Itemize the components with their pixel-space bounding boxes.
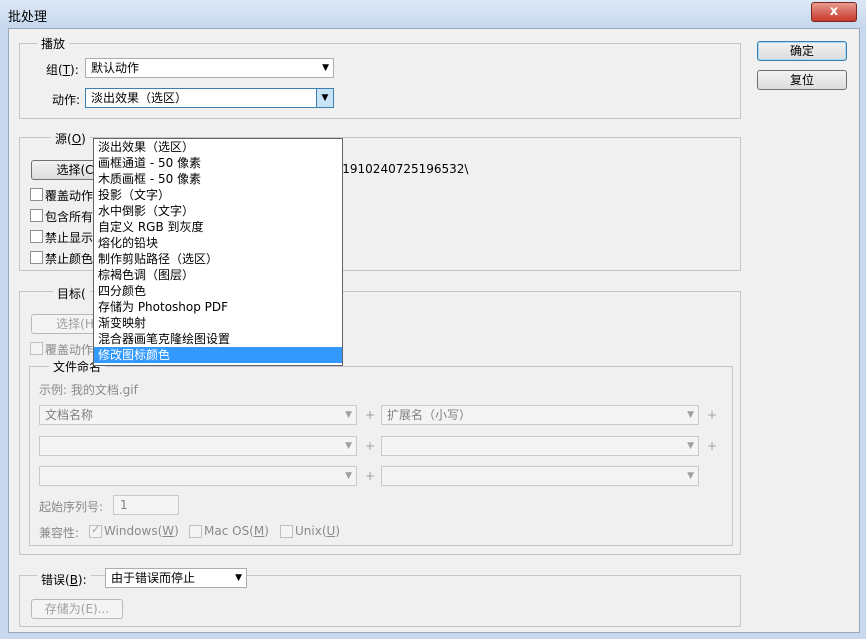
dropdown-item[interactable]: 画框通道 - 50 像素 [94,155,342,171]
windows-label: Windows(W) [104,524,179,538]
plus-icon: + [365,408,376,422]
chevron-down-icon: ▼ [687,441,694,451]
errors-label: 错误(B): [37,571,91,588]
chevron-down-icon: ▼ [345,441,352,451]
compat-label: 兼容性: [39,526,80,540]
dialog-body: 确定 复位 播放 组(T): 默认动作 ▼ 动作: 淡出效果（选区） ▼ 源(O… [8,28,860,633]
dropdown-item[interactable]: 存储为 Photoshop PDF [94,299,342,315]
group-label: 组(T): [46,63,79,77]
source-checkbox-3[interactable] [30,230,43,243]
file-naming-example: 示例: 我的文档.gif [39,383,138,397]
target-legend: 目标( [53,285,90,302]
chevron-down-icon: ▼ [345,471,352,481]
action-dropdown-list: 淡出效果（选区） 画框通道 - 50 像素 木质画框 - 50 像素 投影（文字） 水中… [93,138,343,366]
dropdown-item[interactable]: 熔化的铅块 [94,235,342,251]
naming-select-4[interactable]: ▼ [381,436,699,456]
dropdown-item[interactable]: 棕褐色调（图层） [94,267,342,283]
source-checkbox-4-label: 禁止颜色 [45,252,94,266]
dropdown-item[interactable]: 投影（文字） [94,187,342,203]
unix-label: Unix(U) [295,524,340,538]
ok-button[interactable]: 确定 [757,41,847,61]
source-checkbox-1-label: 覆盖动作 [45,189,94,203]
source-legend: 源(O) [51,130,90,147]
action-select[interactable]: 淡出效果（选区） ▼ [85,88,334,108]
title-bar: 批处理 x [0,0,866,28]
action-label: 动作: [52,93,81,107]
group-select-value: 默认动作 [91,61,140,75]
action-select-value: 淡出效果（选区） [91,91,188,105]
errors-select-value: 由于错误而停止 [111,571,196,585]
errors-select[interactable]: 由于错误而停止 ▼ [105,568,247,588]
dropdown-item[interactable]: 混合器画笔克隆绘图设置 [94,331,342,347]
macos-checkbox[interactable] [189,525,202,538]
windows-checkbox[interactable]: ✓ [89,523,102,538]
source-checkbox-4[interactable] [30,251,43,264]
chevron-down-icon: ▼ [235,573,242,583]
chevron-down-icon: ▼ [345,410,352,420]
dropdown-item[interactable]: 修改图标颜色 [94,347,342,363]
errors-saveas-button[interactable]: 存储为(E)... [31,599,123,619]
source-checkbox-2-label: 包含所有 [45,210,94,224]
naming-select-6[interactable]: ▼ [381,466,699,486]
source-checkbox-1[interactable] [30,188,43,201]
naming-select-3[interactable]: ▼ [39,436,357,456]
dropdown-item[interactable]: 木质画框 - 50 像素 [94,171,342,187]
naming-select-5[interactable]: ▼ [39,466,357,486]
chevron-down-icon: ▼ [687,410,694,420]
chevron-down-icon[interactable]: ▼ [316,89,333,107]
override-saveas-checkbox[interactable] [30,342,43,355]
chevron-down-icon: ▼ [687,471,694,481]
plus-icon: + [365,469,376,483]
window-title: 批处理 [8,10,48,25]
naming-select-2-value: 扩展名（小写） [387,408,472,422]
naming-select-1[interactable]: 文档名称 ▼ [39,405,357,425]
play-legend: 播放 [37,35,70,52]
plus-icon: + [365,439,376,453]
close-button[interactable]: x [811,2,857,22]
dropdown-item[interactable]: 水中倒影（文字） [94,203,342,219]
checkmark-icon: ✓ [91,523,101,536]
source-path: 201910240725196532\ [327,162,469,176]
dropdown-item[interactable]: 制作剪贴路径（选区） [94,251,342,267]
plus-icon: + [707,408,718,422]
serial-label: 起始序列号: [39,500,104,514]
dropdown-item[interactable]: 自定义 RGB 到灰度 [94,219,342,235]
plus-icon: + [707,439,718,453]
naming-select-1-value: 文档名称 [45,408,94,422]
reset-button[interactable]: 复位 [757,70,847,90]
source-checkbox-3-label: 禁止显示 [45,231,94,245]
group-select[interactable]: 默认动作 ▼ [85,58,334,78]
chevron-down-icon: ▼ [322,63,329,73]
serial-input[interactable]: 1 [113,495,179,515]
dropdown-item[interactable]: 渐变映射 [94,315,342,331]
dropdown-item[interactable]: 淡出效果（选区） [94,139,342,155]
dropdown-item[interactable]: 四分颜色 [94,283,342,299]
naming-select-2[interactable]: 扩展名（小写） ▼ [381,405,699,425]
unix-checkbox[interactable] [280,525,293,538]
macos-label: Mac OS(M) [204,524,269,538]
source-checkbox-2[interactable] [30,209,43,222]
